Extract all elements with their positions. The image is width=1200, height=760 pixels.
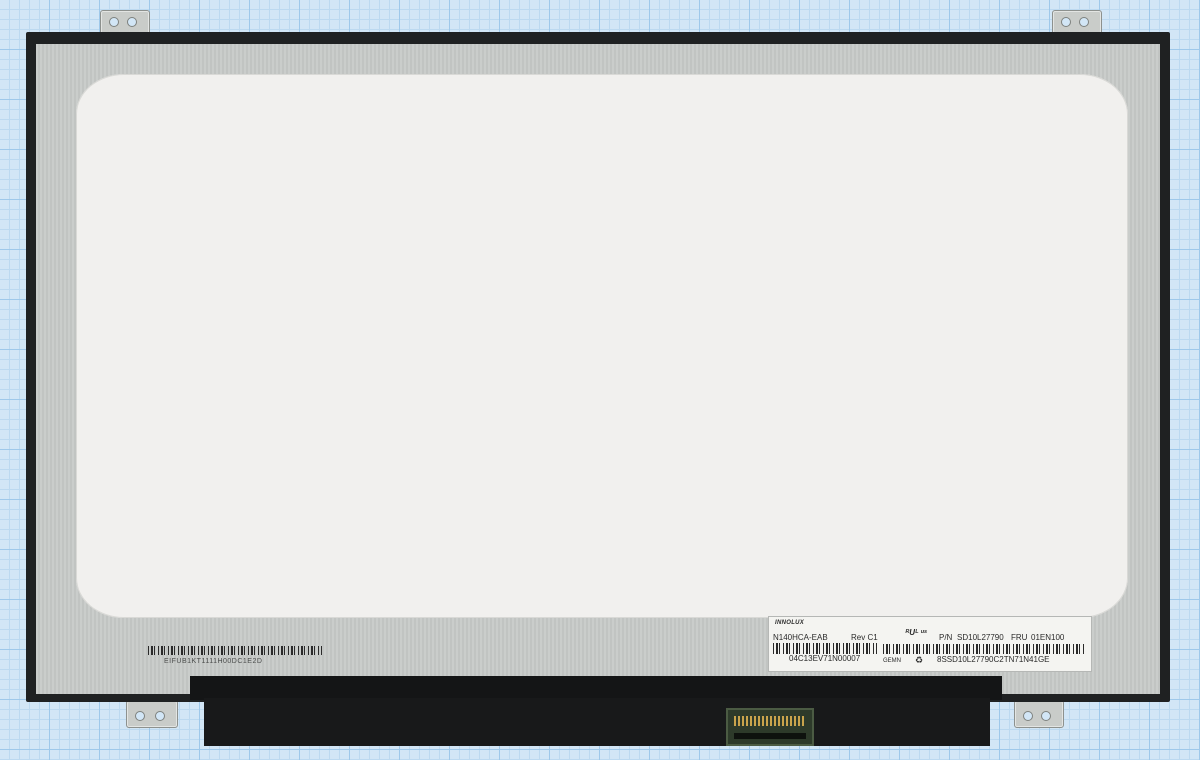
gemn-label: GEMN: [883, 658, 901, 664]
part-number: SD10L27790: [957, 633, 1004, 642]
fru-label: FRU: [1011, 633, 1028, 642]
screw-hole: [135, 711, 145, 721]
serial-number-2: 8SSD10L27790C2TN71N41GE: [937, 655, 1050, 664]
fru-number: 01EN100: [1031, 633, 1065, 642]
edp-connector[interactable]: [726, 708, 814, 746]
driver-board-lower: [204, 698, 990, 746]
screw-hole: [127, 17, 137, 27]
panel-barcode: [148, 646, 322, 655]
panel-code: EIFUB1KT1111H00DC1E2D: [164, 658, 263, 665]
ul-mark: ᴿUᴸ ᵘˢ: [905, 628, 927, 637]
revision: Rev C1: [851, 633, 878, 642]
serial-number: 04C13EV71N00007: [789, 654, 861, 663]
product-label: INNOLUX N140HCA-EAB Rev C1 ᴿUᴸ ᵘˢ P/N SD…: [768, 616, 1092, 672]
serial-barcode: [773, 643, 877, 654]
screw-hole: [109, 17, 119, 27]
part-barcode: [883, 644, 1085, 654]
screw-hole: [1079, 17, 1089, 27]
screw-hole: [1041, 711, 1051, 721]
screw-hole: [1061, 17, 1071, 27]
screw-hole: [1023, 711, 1033, 721]
mounting-tab-bottom-right: [1014, 700, 1064, 728]
brand-logo: INNOLUX: [775, 620, 805, 626]
connector-slot: [734, 733, 806, 739]
recycle-icon: ♻: [915, 655, 924, 665]
mounting-tab-bottom-left: [126, 700, 178, 728]
driver-board: [190, 676, 1002, 700]
model-number: N140HCA-EAB: [773, 633, 828, 642]
connector-pins: [734, 716, 806, 726]
part-number-label: P/N: [939, 633, 953, 642]
display-area: [76, 74, 1128, 618]
screw-hole: [155, 711, 165, 721]
lcd-panel-scene: EIFUB1KT1111H00DC1E2D INNOLUX N140HCA-EA…: [0, 0, 1200, 760]
